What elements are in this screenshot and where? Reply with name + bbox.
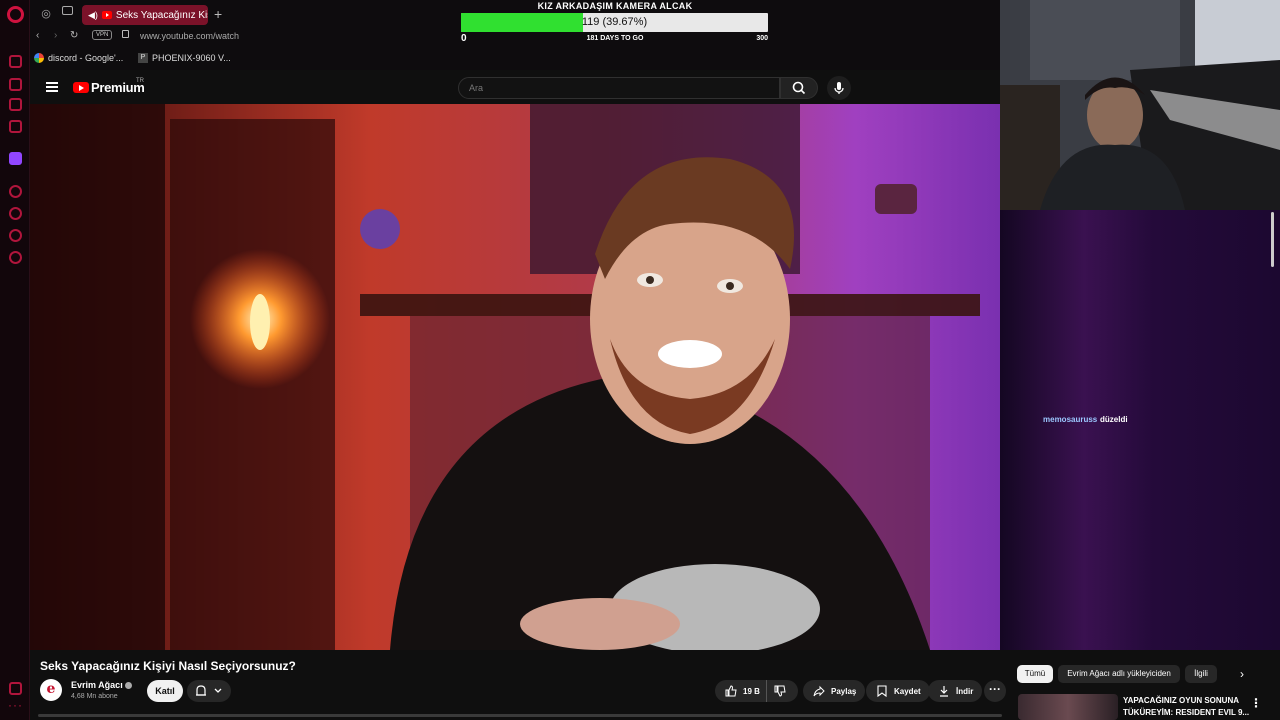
stream-chat: memosauruss düzeldi <box>1000 210 1280 650</box>
youtube-header: Premium TR Ara <box>30 70 1000 104</box>
tab-islands-icon[interactable] <box>62 6 73 15</box>
video-player[interactable] <box>30 104 1000 650</box>
recommended-thumbnail[interactable] <box>1018 694 1118 720</box>
opera-logo-icon[interactable] <box>7 6 24 23</box>
youtube-icon <box>101 11 112 19</box>
notification-button[interactable] <box>187 680 231 702</box>
verified-icon <box>125 682 132 689</box>
shopping-icon[interactable] <box>9 78 22 91</box>
history-icon[interactable] <box>9 207 22 220</box>
lock-icon[interactable] <box>122 30 129 38</box>
scrollbar[interactable] <box>1271 212 1274 267</box>
extensions-icon[interactable] <box>9 229 22 242</box>
video-details: Seks Yapacağınız Kişiyi Nasıl Seçiyorsun… <box>30 650 1280 720</box>
voice-search-button[interactable] <box>827 76 851 100</box>
youtube-logo-icon[interactable] <box>73 82 89 93</box>
bookmarks-bar: discord - Google'... P PHOENIX-9060 V... <box>30 51 1000 67</box>
menu-icon[interactable] <box>46 82 58 92</box>
bookmark-label: PHOENIX-9060 V... <box>152 53 231 63</box>
search-icon <box>792 81 806 95</box>
more-icon[interactable]: ··· <box>8 698 23 712</box>
like-dislike-group: 19 B <box>715 680 798 702</box>
region-code: TR <box>136 78 144 84</box>
join-button[interactable]: Katıl <box>147 680 183 702</box>
tab-youtube[interactable]: ◀) Seks Yapacağınız Kişiyi Nasıl Seçiyor… <box>82 5 208 25</box>
dislike-button[interactable] <box>767 680 798 702</box>
more-actions-icon[interactable]: ··· <box>984 680 1006 702</box>
subscriber-count: 4,68 Mn abone <box>71 693 118 700</box>
goal-max: 300 <box>756 35 768 42</box>
url-field[interactable]: www.youtube.com/watch <box>140 31 239 41</box>
vpn-badge[interactable]: VPN <box>92 30 113 40</box>
thumbs-down-icon <box>774 685 786 697</box>
chat-username[interactable]: memosauruss <box>1043 415 1097 424</box>
back-icon[interactable]: ‹ <box>36 30 39 41</box>
sidebar-setup-icon[interactable] <box>9 682 22 695</box>
search-button[interactable] <box>780 77 818 99</box>
save-button[interactable]: Kaydet <box>866 680 930 702</box>
microphone-icon <box>834 82 844 94</box>
goal-days-left: 181 DAYS TO GO <box>586 35 644 42</box>
twitch-icon[interactable] <box>9 152 22 165</box>
player-icon[interactable] <box>9 185 22 198</box>
new-tab-button[interactable]: + <box>214 6 222 22</box>
channel-name[interactable]: Evrim Ağacı <box>71 680 123 690</box>
opera-sidebar: ··· <box>0 0 30 720</box>
chat-message: düzeldi <box>1100 415 1128 424</box>
download-button[interactable]: İndir <box>928 680 983 702</box>
like-button[interactable]: 19 B <box>715 680 767 702</box>
video-title: Seks Yapacağınız Kişiyi Nasıl Seçiyorsun… <box>40 659 296 673</box>
messenger-icon[interactable] <box>9 98 22 111</box>
goal-progress-text: 119 (39.67%) <box>581 16 648 28</box>
settings-icon[interactable] <box>9 251 22 264</box>
video-frame <box>30 104 1000 650</box>
bookmark-item[interactable]: discord - Google'... <box>34 53 123 63</box>
mail-icon[interactable] <box>9 120 22 133</box>
webcam-feed <box>1000 0 1280 210</box>
goal-progress-bar: 119 (39.67%) <box>461 13 768 32</box>
speaker-icon[interactable]: ◀) <box>88 10 98 21</box>
chevron-right-icon[interactable]: › <box>1240 667 1244 681</box>
chip-all[interactable]: Tümü <box>1017 665 1053 683</box>
recommended-title[interactable]: YAPACAĞINIZ OYUN SONUNA TÜKÜREYİM: RESID… <box>1123 695 1263 719</box>
tab-title: Seks Yapacağınız Kişiyi Nasıl Seçiyorsun… <box>115 9 208 21</box>
reload-icon[interactable]: ↻ <box>70 30 78 41</box>
thumbs-up-icon <box>725 685 737 697</box>
bell-icon <box>196 685 222 696</box>
search-input[interactable]: Ara <box>458 77 780 99</box>
bookmark-icon <box>877 685 887 698</box>
share-icon <box>813 685 825 697</box>
download-label: İndir <box>956 686 974 696</box>
page-icon: P <box>138 53 148 63</box>
bookmark-label: discord - Google'... <box>48 53 124 63</box>
description-edge <box>38 714 1002 717</box>
ai-assistant-icon[interactable] <box>9 55 22 68</box>
google-icon <box>34 53 44 63</box>
channel-avatar[interactable] <box>40 679 62 701</box>
forward-icon[interactable]: › <box>54 30 57 41</box>
chip-related[interactable]: İlgili <box>1185 665 1217 683</box>
chip-from-uploader[interactable]: Evrim Ağacı adlı yükleyiciden <box>1058 665 1180 683</box>
recommended-more-icon[interactable]: ⋮ <box>1250 696 1262 710</box>
share-button[interactable]: Paylaş <box>803 680 866 702</box>
download-icon <box>940 686 948 697</box>
tab-snapshot-icon[interactable]: ◎ <box>38 7 54 21</box>
webcam-image <box>1000 0 1280 210</box>
bookmark-item[interactable]: P PHOENIX-9060 V... <box>138 53 231 63</box>
save-label: Kaydet <box>894 686 921 696</box>
goal-title: KIZ ARKADAŞIM KAMERA ALCAK <box>537 1 693 11</box>
like-count: 19 B <box>743 686 760 696</box>
share-label: Paylaş <box>831 686 857 696</box>
